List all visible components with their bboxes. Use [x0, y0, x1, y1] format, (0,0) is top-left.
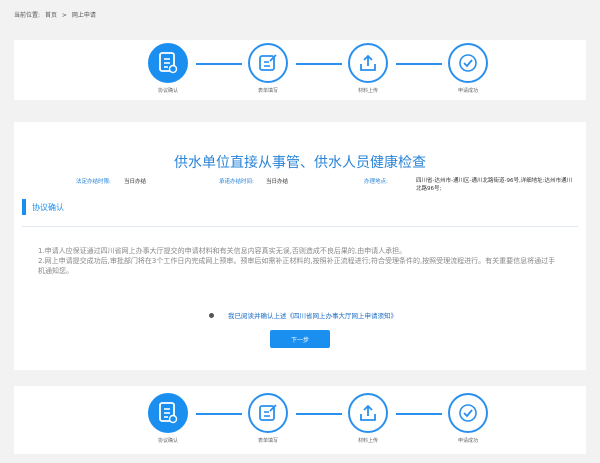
form-edit-icon: [248, 393, 288, 433]
promise-time-value: 当日办结: [266, 179, 289, 185]
step-label: 协议确认: [157, 438, 178, 444]
address-value: 四川省-达州市-通川区-通川北路街道-96号,详细地址:达州市通川北路96号;: [416, 178, 573, 192]
step-upload: 材料上传: [338, 43, 398, 94]
step-connector: [396, 63, 442, 65]
step-connector: [196, 413, 242, 415]
form-edit-icon: [248, 43, 288, 83]
next-button[interactable]: 下一步: [270, 330, 330, 348]
step-agreement: 协议确认: [138, 393, 198, 444]
breadcrumb: 当前位置: 首页 > 网上申请: [14, 10, 99, 19]
step-label: 表单填写: [257, 438, 278, 444]
step-progress-bottom: 协议确认 表单填写 材料上传 申请成功: [14, 386, 586, 454]
step-progress-top: 协议确认 表单填写 材料上传 申请成功: [14, 40, 586, 100]
agree-text[interactable]: 我已阅读并确认上述《四川省网上办事大厅网上申请须知》: [228, 310, 397, 320]
check-circle-icon: [448, 43, 488, 83]
terms-item: 1.申请人应保证通过四川省网上办事大厅提交的申请材料和有关信息内容真实无误,否则…: [38, 247, 407, 255]
step-success: 申请成功: [438, 43, 498, 94]
step-connector: [396, 413, 442, 415]
agreement-panel: 供水单位直接从事管、供水人员健康检查 法定办结时限: 当日办结 承诺办结时间: …: [14, 122, 586, 370]
step-label: 表单填写: [257, 88, 278, 94]
step-upload: 材料上传: [338, 393, 398, 444]
breadcrumb-home[interactable]: 首页: [45, 12, 57, 19]
page-title: 供水单位直接从事管、供水人员健康检查: [174, 155, 426, 171]
section-marker: [22, 199, 26, 215]
terms-text: 1.申请人应保证通过四川省网上办事大厅提交的申请材料和有关信息内容真实无误,否则…: [38, 246, 562, 276]
legal-time-value: 当日办结: [124, 179, 147, 185]
breadcrumb-current: 网上申请: [71, 12, 96, 19]
upload-icon: [348, 43, 388, 83]
step-connector: [196, 63, 242, 65]
step-success: 申请成功: [438, 393, 498, 444]
step-agreement: 协议确认: [138, 43, 198, 94]
step-label: 材料上传: [357, 438, 378, 444]
step-label: 协议确认: [157, 88, 178, 94]
terms-item: 2.网上申请提交成功后,审批部门将在3个工作日内完成网上预审。预审后如需补正材料…: [38, 257, 556, 275]
section-title: 协议确认: [32, 203, 64, 212]
legal-time-label: 法定办结时限:: [76, 179, 111, 185]
step-form: 表单填写: [238, 43, 298, 94]
breadcrumb-separator: >: [61, 12, 67, 19]
promise-time-label: 承诺办结时间:: [219, 179, 254, 185]
divider: [22, 226, 578, 227]
step-connector: [296, 413, 342, 415]
step-label: 申请成功: [457, 438, 478, 444]
breadcrumb-prefix: 当前位置:: [14, 12, 41, 19]
agree-checkbox[interactable]: 我已阅读并确认上述《四川省网上办事大厅网上申请须知》: [209, 310, 397, 320]
document-list-icon: [148, 393, 188, 433]
step-connector: [296, 63, 342, 65]
address-label: 办理地点:: [364, 179, 388, 185]
upload-icon: [348, 393, 388, 433]
step-label: 申请成功: [457, 88, 478, 94]
document-list-icon: [148, 43, 188, 83]
radio-dot-icon[interactable]: [209, 312, 214, 318]
step-label: 材料上传: [357, 88, 378, 94]
check-circle-icon: [448, 393, 488, 433]
step-form: 表单填写: [238, 393, 298, 444]
